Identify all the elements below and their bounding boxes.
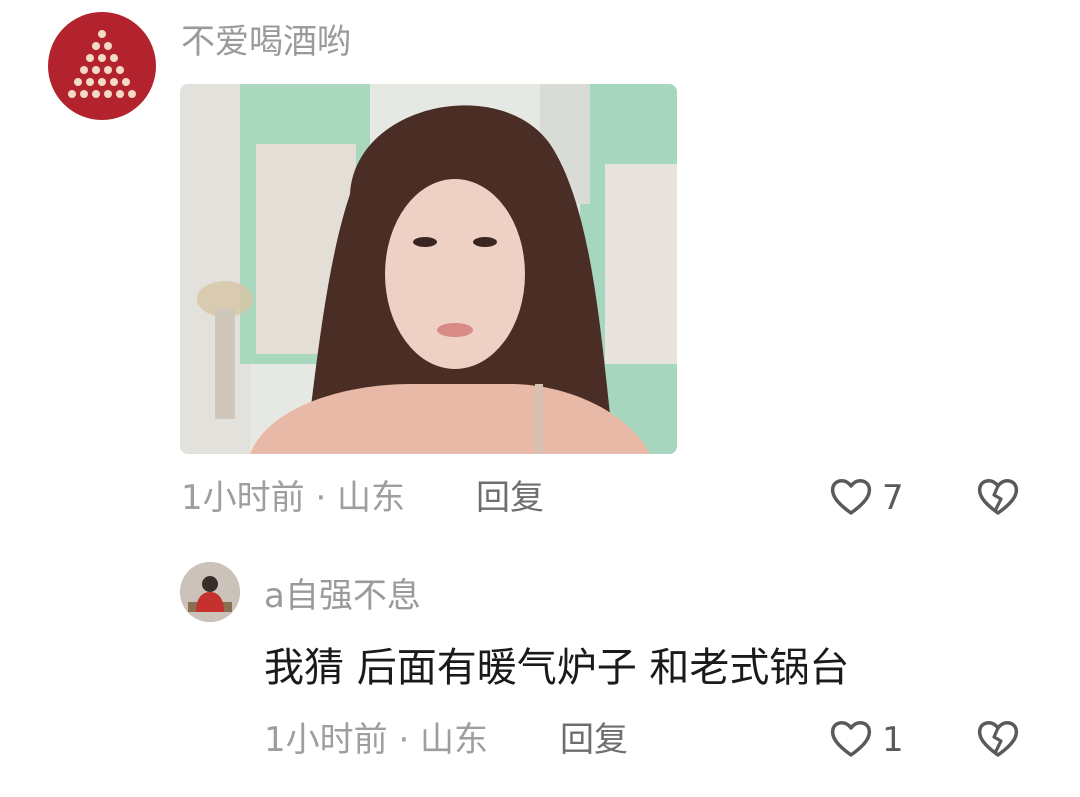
broken-heart-icon[interactable]	[974, 715, 1022, 763]
reply-time-location: 1小时前 · 山东	[264, 720, 489, 760]
username[interactable]: 不爱喝酒哟	[181, 22, 351, 62]
reply-username[interactable]: a自强不息	[264, 576, 421, 616]
reply-avatar-image	[180, 562, 240, 622]
comment-time-location: 1小时前 · 山东	[181, 478, 406, 518]
broken-heart-icon[interactable]	[974, 473, 1022, 521]
like-count: 7	[882, 478, 904, 518]
reply-comment-text: 我猜 后面有暖气炉子 和老式锅台	[264, 645, 850, 691]
reply-reply-button[interactable]: 回复	[560, 720, 628, 760]
comment-photo[interactable]	[180, 84, 677, 454]
reply-avatar[interactable]	[180, 562, 240, 622]
heart-outline-icon[interactable]	[827, 715, 875, 763]
reply-like-count: 1	[882, 720, 904, 760]
photo-illustration	[180, 84, 677, 454]
avatar-pattern	[68, 30, 136, 98]
avatar[interactable]	[48, 12, 156, 120]
reply-button[interactable]: 回复	[476, 478, 544, 518]
heart-outline-icon[interactable]	[827, 473, 875, 521]
